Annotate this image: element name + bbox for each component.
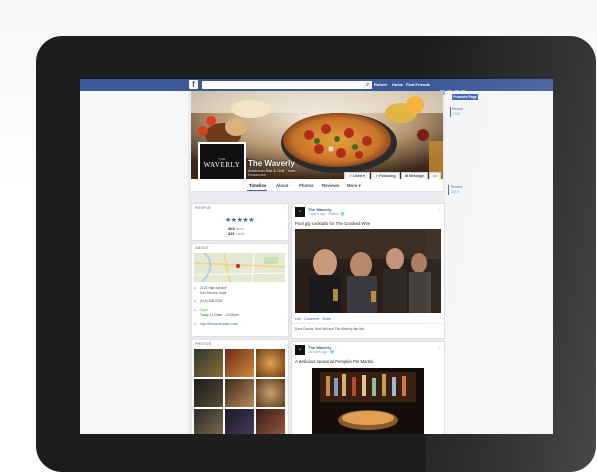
search-input[interactable] <box>202 81 365 89</box>
chevron-down-icon[interactable]: ⌄ <box>438 344 441 349</box>
chevron-down-icon[interactable]: ⌄ <box>438 206 441 211</box>
open-status: Open <box>200 308 209 312</box>
photo-thumbnail[interactable] <box>225 409 254 434</box>
post-photo[interactable] <box>295 229 441 313</box>
nav-home-link[interactable]: Home <box>392 81 403 89</box>
timeline-post: W The Waverly 7 hours ago · Edited · 🌐 ⌄… <box>291 203 445 339</box>
post-timestamp[interactable]: 7 hours ago · Edited · 🌐 <box>308 212 345 216</box>
tab-reviews[interactable]: Reviews <box>322 183 339 188</box>
map-graphic <box>194 253 285 282</box>
city-line: Des Moines, Iowa <box>200 291 227 295</box>
visits-label: visits <box>235 231 245 236</box>
post-text: Pool gig cocktails for The Crooked Wire <box>295 221 371 226</box>
post-text: A delicious seasonal Pumpkin Pie Martini… <box>295 359 375 364</box>
clock-icon: ● <box>194 308 196 312</box>
tablet-screen: f ⌕ Robert Home Find Friends Promote Pag… <box>80 79 553 434</box>
profile-logo: WAVERLY <box>203 161 241 169</box>
location-map[interactable] <box>194 253 285 282</box>
about-card: ABOUT › ● 2125 High-tail Ave Des Moines,… <box>191 243 289 337</box>
right-panel <box>445 91 553 434</box>
page-title: The Waverly <box>248 159 295 168</box>
phone-number[interactable]: (515) 528-0250 <box>200 299 223 303</box>
people-card-title: PEOPLE <box>195 206 211 210</box>
photos-card: PHOTOS › <box>191 339 289 434</box>
photo-thumbnail[interactable] <box>256 379 285 407</box>
post-divider <box>292 323 444 324</box>
facebook-header: f ⌕ Robert Home Find Friends <box>80 79 553 95</box>
photo-thumbnail[interactable] <box>225 349 254 377</box>
timeline-post: W The Waverly 20 hours ago · 🌐 ⌄ A delic… <box>291 341 445 434</box>
page-tabs: Timeline About Photos Reviews More ▾ <box>191 179 443 192</box>
address-line: 2125 High-tail Ave <box>200 286 227 290</box>
active-tab-indicator <box>247 190 267 191</box>
tab-photos[interactable]: Photos <box>299 183 314 188</box>
scrubber-year-2[interactable]: 2014 <box>451 190 459 194</box>
chevron-right-icon[interactable]: › <box>284 205 285 210</box>
search-icon[interactable]: ⌕ <box>363 81 372 89</box>
rating-stars: ★★★★★ <box>225 217 254 224</box>
photos-card-title: PHOTOS <box>195 342 212 346</box>
about-card-title: ABOUT <box>195 246 209 250</box>
photo-thumbnail[interactable] <box>256 349 285 377</box>
chevron-right-icon[interactable]: › <box>284 341 285 346</box>
tab-timeline[interactable]: Timeline <box>249 183 266 188</box>
scrubber-recent[interactable]: Recent <box>452 107 463 111</box>
post-actions[interactable]: Like · Comment · Share <box>295 317 331 321</box>
photo-thumbnail[interactable] <box>194 409 223 434</box>
post-photo[interactable] <box>312 368 424 434</box>
phone-icon: ● <box>194 299 196 303</box>
facebook-logo-icon[interactable]: f <box>189 80 198 89</box>
page-subcategory: Restaurant <box>248 173 266 177</box>
post-likes-summary[interactable]: Dave Doctus, Nick Neil and The Waverly l… <box>295 327 365 331</box>
nav-profile-link[interactable]: Robert <box>374 81 387 89</box>
scrubber-year[interactable]: 2015 <box>452 112 460 116</box>
people-card: PEOPLE › ★★★★★ 403 likes 321 visits <box>191 203 289 241</box>
scrubber-recent-2[interactable]: Recent <box>451 185 462 189</box>
website-link[interactable]: http://thewaverlydsm.com/ <box>200 322 238 326</box>
photo-thumbnail[interactable] <box>194 349 223 377</box>
nav-find-friends-link[interactable]: Find Friends <box>406 81 430 89</box>
post-author-avatar[interactable]: W <box>295 345 305 355</box>
header-icons <box>440 82 472 95</box>
promote-page-button[interactable]: Promote Page <box>452 94 478 100</box>
post-timestamp[interactable]: 20 hours ago · 🌐 <box>308 350 334 354</box>
photo-thumbnail[interactable] <box>194 379 223 407</box>
left-gutter <box>80 91 188 434</box>
location-pin-icon: ● <box>194 286 196 290</box>
timeline-scrubber-line-2 <box>448 185 449 195</box>
globe-icon: ● <box>194 322 196 326</box>
tab-about[interactable]: About <box>276 183 288 188</box>
hours-line: Today 11:00am – 12:00am <box>200 313 239 317</box>
photo-thumbnail[interactable] <box>225 379 254 407</box>
tab-more[interactable]: More ▾ <box>347 183 361 189</box>
photo-thumbnail[interactable] <box>256 409 285 434</box>
post-author-avatar[interactable]: W <box>295 207 305 217</box>
visits-count: 321 visits <box>228 231 245 236</box>
chevron-right-icon[interactable]: › <box>284 245 285 250</box>
visits-number: 321 <box>228 231 235 236</box>
timeline-scrubber-line <box>450 107 451 117</box>
